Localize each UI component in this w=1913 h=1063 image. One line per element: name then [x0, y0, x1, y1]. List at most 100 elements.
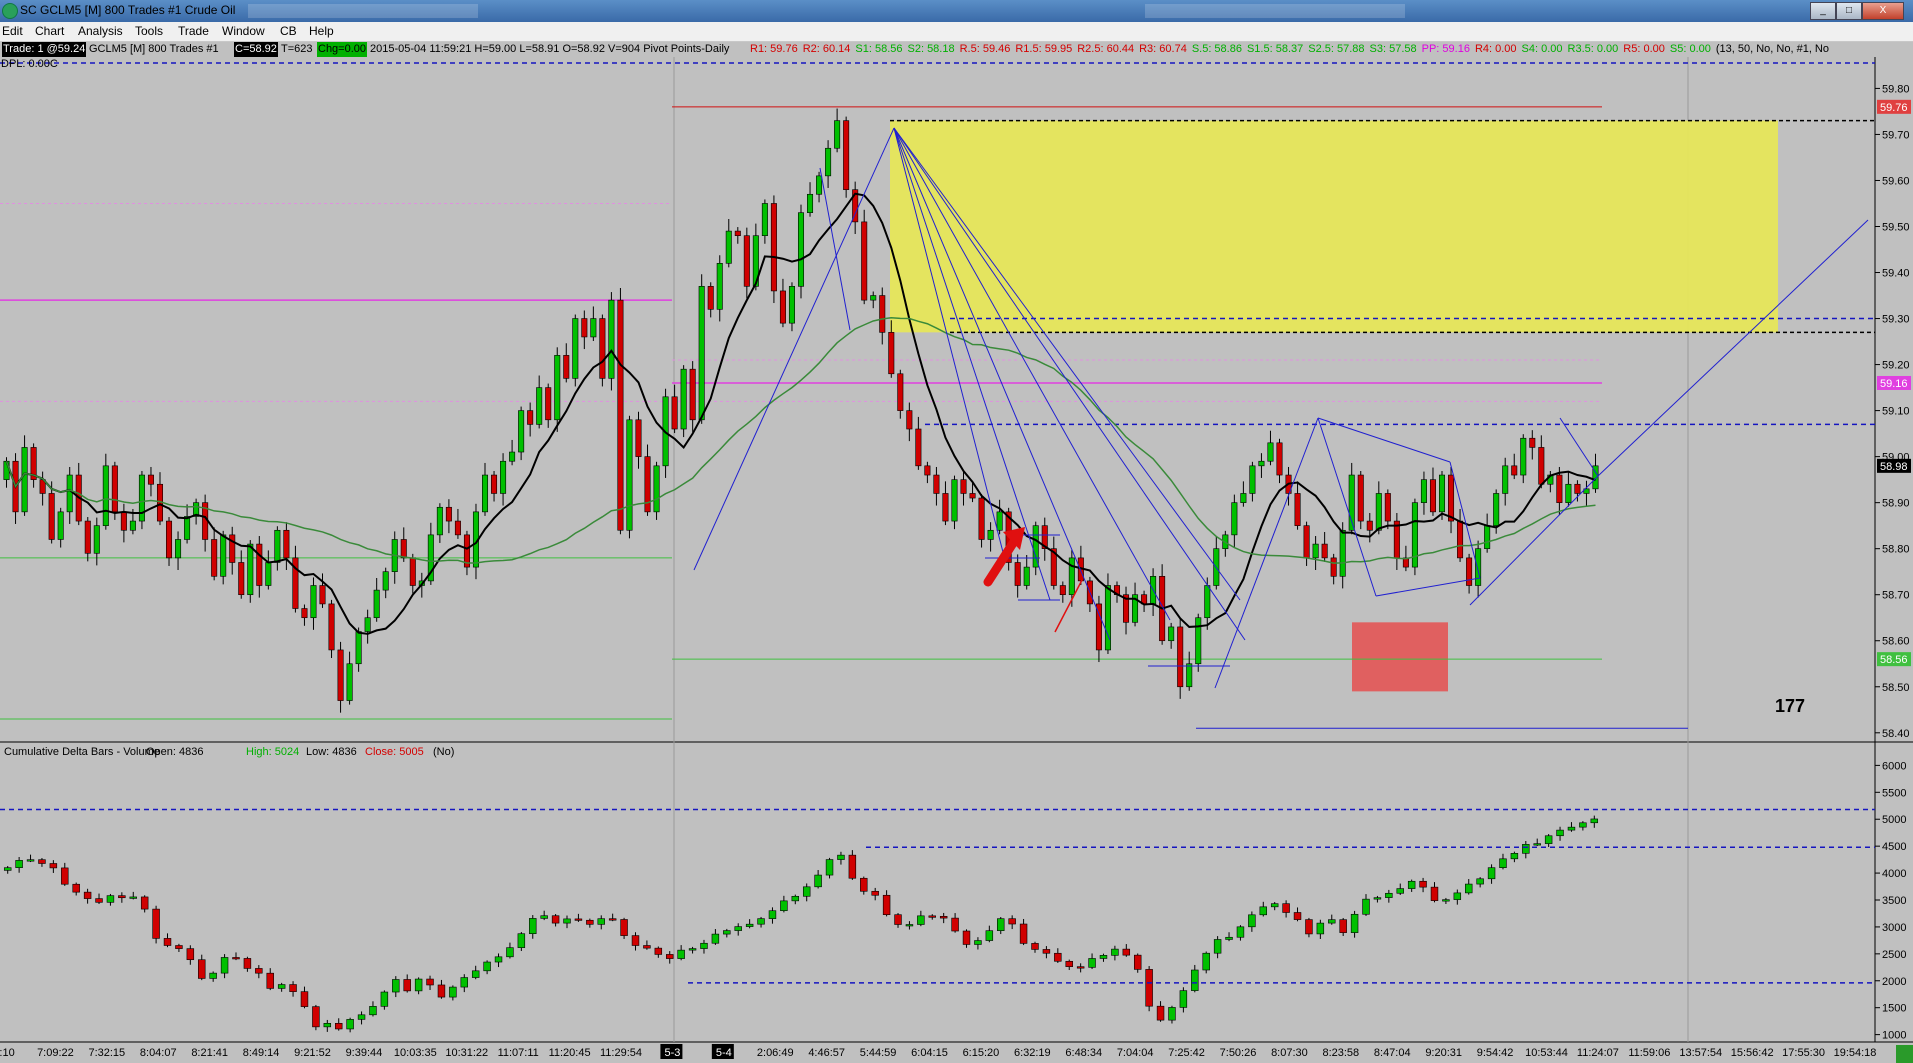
price-candle: [256, 543, 263, 586]
price-candle: [147, 474, 154, 485]
price-candle: [1059, 585, 1066, 596]
delta-candle: [791, 895, 800, 902]
price-candle: [545, 387, 552, 421]
price-candle: [870, 295, 877, 301]
price-axis-label: 59.10: [1882, 406, 1910, 418]
price-candle: [897, 373, 904, 411]
price-candle: [572, 318, 579, 379]
time-axis-label: 15:56:42: [1731, 1047, 1774, 1059]
delta-candle: [220, 957, 229, 974]
delta-candle: [369, 1006, 377, 1016]
delta-candle: [1362, 898, 1370, 915]
delta-candle: [860, 877, 868, 892]
delta-candle: [198, 959, 206, 979]
time-axis-label: 8:49:14: [243, 1047, 280, 1059]
time-axis-label: 4:46:57: [808, 1047, 845, 1059]
delta-candle: [460, 977, 469, 988]
price-candle: [933, 474, 940, 494]
time-axis-label: 9:21:52: [294, 1047, 331, 1059]
delta-candle: [631, 935, 640, 946]
delta-candle: [380, 991, 389, 1007]
price-marker-label: 59.16: [1880, 378, 1908, 390]
delta-axis-label: 6000: [1882, 760, 1906, 772]
delta-candle: [1191, 969, 1199, 991]
delta-candle: [163, 938, 172, 946]
delta-axis-label: 5000: [1882, 814, 1906, 826]
delta-candle: [1156, 1005, 1165, 1021]
chart-canvas[interactable]: 59.80 59.70 59.60 59.50 59.40 59.30 59.20 59.10…: [0, 0, 1913, 1063]
delta-candle: [1019, 923, 1028, 944]
price-candle: [21, 447, 28, 513]
price-candle: [211, 539, 218, 577]
time-axis-label: 5:44:59: [860, 1047, 897, 1059]
price-candle: [1068, 557, 1075, 596]
delta-candle: [1293, 912, 1302, 920]
pivot-readout: R1: 59.76 R2: 60.14 S1: 58.56 S2: 58.18 R.5:…: [750, 42, 1834, 57]
delta-candle: [1407, 880, 1416, 889]
time-axis-label: 5-3: [664, 1047, 680, 1059]
delta-candle: [1133, 954, 1142, 970]
price-candle: [770, 203, 777, 292]
price-axis-label: 58.80: [1882, 544, 1910, 556]
delta-candle: [563, 918, 571, 924]
price-candle: [1204, 585, 1211, 619]
pivot-value: PP: 59.16: [1421, 43, 1470, 55]
price-candle: [238, 562, 245, 596]
delta-candle: [1567, 826, 1576, 831]
time-axis-label: 7:04:04: [1117, 1047, 1154, 1059]
ohlc-readout: 2015-05-04 11:59:21 H=59.00 L=58.91 O=58…: [370, 43, 730, 55]
delta-candle: [232, 957, 240, 960]
pivot-value: R.5: 59.46: [959, 43, 1011, 55]
delta-candle: [620, 919, 628, 936]
delta-panel-close: Close: 5005: [365, 746, 424, 758]
delta-candle: [506, 947, 514, 958]
time-axis-label: 6:15:20: [963, 1047, 1000, 1059]
delta-candle: [95, 898, 103, 903]
time-axis-label: 7:32:15: [88, 1047, 125, 1059]
last-price: C=58.92: [234, 42, 278, 57]
price-candle: [1023, 566, 1030, 586]
price-candle: [48, 493, 55, 540]
delta-candle: [118, 895, 126, 899]
delta-candle: [300, 991, 309, 1007]
delta-candle: [1236, 926, 1245, 938]
delta-candle: [266, 972, 274, 989]
price-candle: [1466, 557, 1473, 586]
delta-candle: [1054, 952, 1062, 962]
time-axis-label: 8:23:58: [1322, 1047, 1359, 1059]
price-candle: [1375, 493, 1382, 531]
delta-candle: [1328, 919, 1336, 924]
delta-candle: [1259, 906, 1268, 916]
delta-candle: [483, 961, 491, 972]
delta-candle: [871, 890, 879, 896]
time-axis-label: 11:24:07: [1577, 1047, 1619, 1059]
price-candle: [879, 295, 886, 333]
price-candle: [301, 608, 308, 619]
price-candle: [120, 511, 127, 531]
delta-candle: [905, 924, 914, 927]
delta-candle: [1111, 948, 1119, 956]
time-axis-label: 11:20:45: [549, 1047, 591, 1059]
delta-candle: [848, 854, 857, 879]
time-axis-label: 13:57:54: [1679, 1047, 1722, 1059]
delta-candle: [974, 940, 982, 945]
delta-candle: [1202, 952, 1210, 971]
pivot-value: S4: 0.00: [1521, 43, 1563, 55]
time-axis-label: 5-4: [716, 1047, 732, 1059]
delta-candle: [529, 918, 537, 935]
price-axis-label: 58.90: [1882, 498, 1910, 510]
price-candle: [725, 230, 732, 264]
pivot-value: R1: 59.76: [750, 43, 798, 55]
price-candle: [111, 465, 118, 513]
delta-candle: [72, 883, 80, 893]
time-axis-label: 6:04:15: [911, 1047, 948, 1059]
price-candle: [969, 493, 976, 499]
price-candle: [1357, 474, 1364, 522]
price-candle: [184, 516, 191, 540]
price-candle: [1529, 437, 1536, 448]
delta-candle: [1453, 892, 1462, 900]
time-axis-label: 19:54:18: [1834, 1047, 1877, 1059]
delta-candle: [1590, 818, 1599, 824]
delta-candle: [666, 954, 674, 959]
price-candle: [1104, 585, 1111, 651]
